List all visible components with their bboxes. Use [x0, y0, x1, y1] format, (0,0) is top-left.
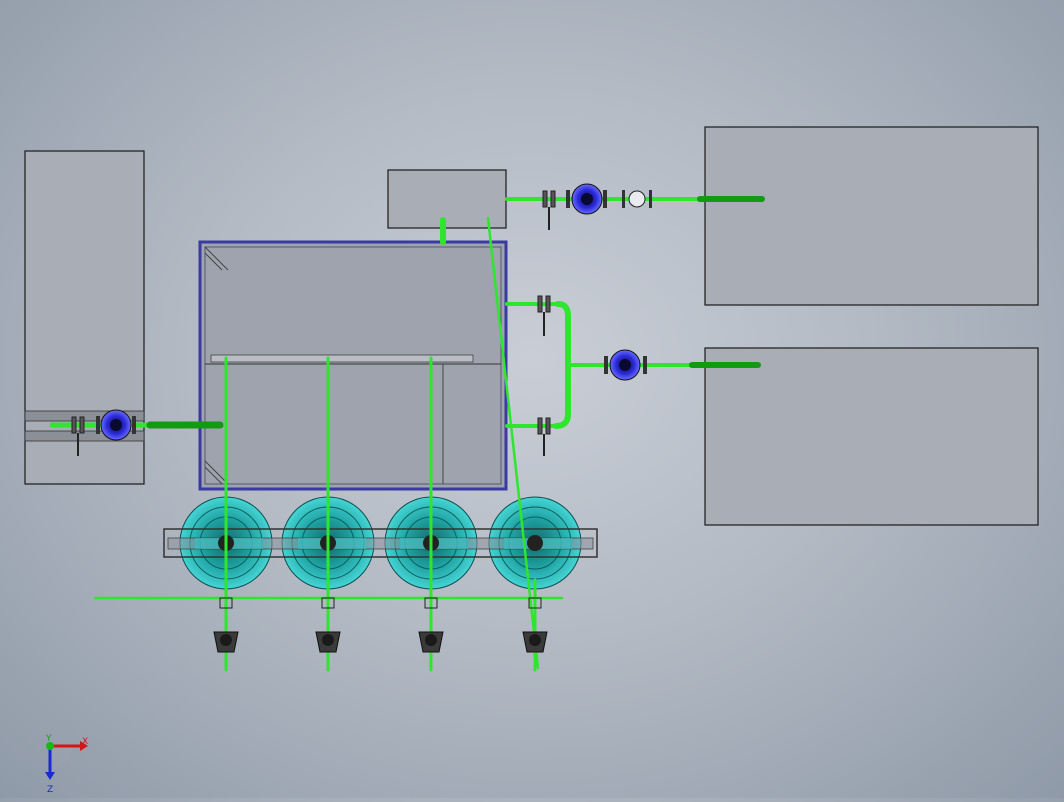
cad-viewport[interactable]: X Y Z	[0, 0, 1064, 798]
coordinate-triad: X Y Z	[45, 734, 88, 795]
assembly-drawing: X Y Z	[24, 126, 1039, 795]
main-tank[interactable]	[198, 240, 508, 491]
triad-y-label: Y	[45, 734, 52, 744]
right-lower-equipment[interactable]	[704, 347, 1039, 526]
valve-tank-lower[interactable]	[537, 417, 551, 456]
valve-top[interactable]	[542, 190, 556, 230]
triad-x-label: X	[82, 737, 88, 747]
triad-z-label: Z	[47, 785, 53, 795]
right-upper-equipment[interactable]	[704, 126, 1039, 306]
